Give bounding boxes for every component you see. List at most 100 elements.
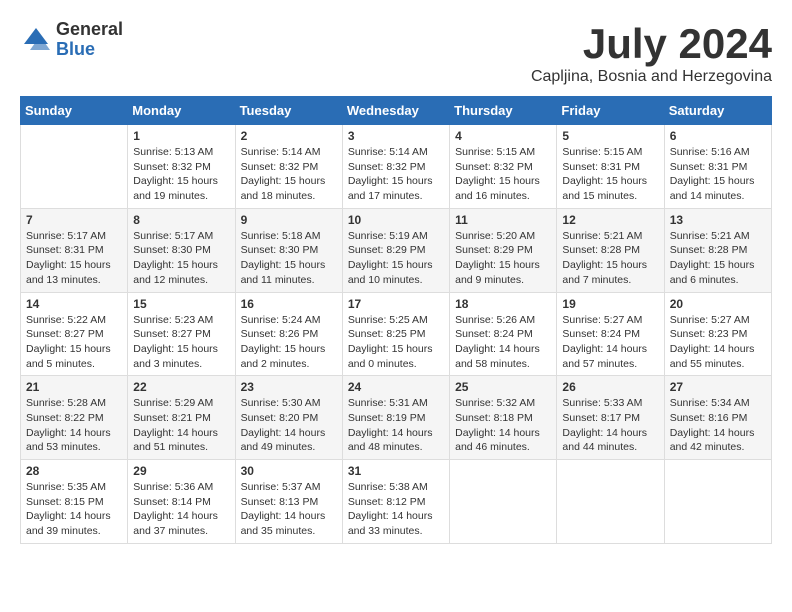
cell-content: Sunrise: 5:34 AM Sunset: 8:16 PM Dayligh…: [670, 396, 766, 455]
calendar-cell: 18Sunrise: 5:26 AM Sunset: 8:24 PM Dayli…: [450, 292, 557, 376]
header-saturday: Saturday: [664, 97, 771, 125]
calendar-cell: 26 Sunrise: 5:33 AM Sunset: 8:17 PM Dayli…: [557, 376, 664, 460]
day-number: 23: [241, 380, 337, 394]
cell-content: Sunrise: 5:18 AM Sunset: 8:30 PM Dayligh…: [241, 229, 337, 288]
calendar-cell: 30 Sunrise: 5:37 AM Sunset: 8:13 PM Dayli…: [235, 460, 342, 544]
cell-content: Sunrise: 5:32 AM Sunset: 8:18 PM Dayligh…: [455, 396, 551, 455]
calendar-cell: 10Sunrise: 5:19 AM Sunset: 8:29 PM Dayli…: [342, 208, 449, 292]
cell-content: Sunrise: 5:19 AM Sunset: 8:29 PM Dayligh…: [348, 229, 444, 288]
day-number: 29: [133, 464, 229, 478]
cell-content: Sunrise: 5:37 AM Sunset: 8:13 PM Dayligh…: [241, 480, 337, 539]
calendar-cell: 9 Sunrise: 5:18 AM Sunset: 8:30 PM Daylig…: [235, 208, 342, 292]
calendar-cell: 8 Sunrise: 5:17 AM Sunset: 8:30 PM Daylig…: [128, 208, 235, 292]
day-number: 18: [455, 297, 551, 311]
day-number: 2: [241, 129, 337, 143]
cell-content: Sunrise: 5:24 AM Sunset: 8:26 PM Dayligh…: [241, 313, 337, 372]
cell-content: Sunrise: 5:25 AM Sunset: 8:25 PM Dayligh…: [348, 313, 444, 372]
cell-content: Sunrise: 5:33 AM Sunset: 8:17 PM Dayligh…: [562, 396, 658, 455]
cell-content: Sunrise: 5:23 AM Sunset: 8:27 PM Dayligh…: [133, 313, 229, 372]
cell-content: Sunrise: 5:31 AM Sunset: 8:19 PM Dayligh…: [348, 396, 444, 455]
calendar-cell: 15Sunrise: 5:23 AM Sunset: 8:27 PM Dayli…: [128, 292, 235, 376]
cell-content: Sunrise: 5:27 AM Sunset: 8:23 PM Dayligh…: [670, 313, 766, 372]
cell-content: Sunrise: 5:35 AM Sunset: 8:15 PM Dayligh…: [26, 480, 122, 539]
calendar-cell: 13 Sunrise: 5:21 AM Sunset: 8:28 PM Dayli…: [664, 208, 771, 292]
calendar-cell: 22 Sunrise: 5:29 AM Sunset: 8:21 PM Dayli…: [128, 376, 235, 460]
calendar-cell: 16 Sunrise: 5:24 AM Sunset: 8:26 PM Dayli…: [235, 292, 342, 376]
day-number: 11: [455, 213, 551, 227]
calendar-cell: 3 Sunrise: 5:14 AM Sunset: 8:32 PM Daylig…: [342, 125, 449, 209]
cell-content: Sunrise: 5:36 AM Sunset: 8:14 PM Dayligh…: [133, 480, 229, 539]
month-year: July 2024: [531, 20, 772, 68]
calendar-cell: 24 Sunrise: 5:31 AM Sunset: 8:19 PM Dayli…: [342, 376, 449, 460]
calendar-cell: 21Sunrise: 5:28 AM Sunset: 8:22 PM Dayli…: [21, 376, 128, 460]
cell-content: Sunrise: 5:17 AM Sunset: 8:31 PM Dayligh…: [26, 229, 122, 288]
logo: General Blue: [20, 20, 123, 60]
logo-general: General: [56, 20, 123, 40]
calendar-cell: 29 Sunrise: 5:36 AM Sunset: 8:14 PM Dayli…: [128, 460, 235, 544]
day-number: 13: [670, 213, 766, 227]
day-number: 28: [26, 464, 122, 478]
day-number: 8: [133, 213, 229, 227]
day-number: 12: [562, 213, 658, 227]
day-number: 22: [133, 380, 229, 394]
calendar-table: SundayMondayTuesdayWednesdayThursdayFrid…: [20, 96, 772, 544]
logo-blue: Blue: [56, 40, 123, 60]
calendar-week-row: 7 Sunrise: 5:17 AM Sunset: 8:31 PM Daylig…: [21, 208, 772, 292]
cell-content: Sunrise: 5:27 AM Sunset: 8:24 PM Dayligh…: [562, 313, 658, 372]
calendar-week-row: 21Sunrise: 5:28 AM Sunset: 8:22 PM Dayli…: [21, 376, 772, 460]
logo-icon: [20, 24, 52, 56]
calendar-cell: [557, 460, 664, 544]
cell-content: Sunrise: 5:13 AM Sunset: 8:32 PM Dayligh…: [133, 145, 229, 204]
calendar-cell: 5 Sunrise: 5:15 AM Sunset: 8:31 PM Daylig…: [557, 125, 664, 209]
calendar-cell: [21, 125, 128, 209]
calendar-cell: 19 Sunrise: 5:27 AM Sunset: 8:24 PM Dayli…: [557, 292, 664, 376]
day-number: 5: [562, 129, 658, 143]
calendar-cell: 4Sunrise: 5:15 AM Sunset: 8:32 PM Daylig…: [450, 125, 557, 209]
header-sunday: Sunday: [21, 97, 128, 125]
header-thursday: Thursday: [450, 97, 557, 125]
cell-content: Sunrise: 5:29 AM Sunset: 8:21 PM Dayligh…: [133, 396, 229, 455]
day-number: 20: [670, 297, 766, 311]
calendar-week-row: 28 Sunrise: 5:35 AM Sunset: 8:15 PM Dayli…: [21, 460, 772, 544]
day-number: 16: [241, 297, 337, 311]
day-number: 19: [562, 297, 658, 311]
header-friday: Friday: [557, 97, 664, 125]
cell-content: Sunrise: 5:21 AM Sunset: 8:28 PM Dayligh…: [670, 229, 766, 288]
calendar-cell: 17 Sunrise: 5:25 AM Sunset: 8:25 PM Dayli…: [342, 292, 449, 376]
calendar-cell: 25Sunrise: 5:32 AM Sunset: 8:18 PM Dayli…: [450, 376, 557, 460]
calendar-cell: 20 Sunrise: 5:27 AM Sunset: 8:23 PM Dayli…: [664, 292, 771, 376]
day-number: 24: [348, 380, 444, 394]
calendar-cell: 23Sunrise: 5:30 AM Sunset: 8:20 PM Dayli…: [235, 376, 342, 460]
day-number: 30: [241, 464, 337, 478]
cell-content: Sunrise: 5:14 AM Sunset: 8:32 PM Dayligh…: [348, 145, 444, 204]
calendar-cell: [664, 460, 771, 544]
cell-content: Sunrise: 5:15 AM Sunset: 8:32 PM Dayligh…: [455, 145, 551, 204]
cell-content: Sunrise: 5:17 AM Sunset: 8:30 PM Dayligh…: [133, 229, 229, 288]
header-tuesday: Tuesday: [235, 97, 342, 125]
day-number: 14: [26, 297, 122, 311]
cell-content: Sunrise: 5:16 AM Sunset: 8:31 PM Dayligh…: [670, 145, 766, 204]
calendar-cell: 6 Sunrise: 5:16 AM Sunset: 8:31 PM Daylig…: [664, 125, 771, 209]
cell-content: Sunrise: 5:20 AM Sunset: 8:29 PM Dayligh…: [455, 229, 551, 288]
day-number: 6: [670, 129, 766, 143]
calendar-cell: 1 Sunrise: 5:13 AM Sunset: 8:32 PM Daylig…: [128, 125, 235, 209]
cell-content: Sunrise: 5:15 AM Sunset: 8:31 PM Dayligh…: [562, 145, 658, 204]
calendar-cell: 2Sunrise: 5:14 AM Sunset: 8:32 PM Daylig…: [235, 125, 342, 209]
header-wednesday: Wednesday: [342, 97, 449, 125]
day-number: 21: [26, 380, 122, 394]
cell-content: Sunrise: 5:21 AM Sunset: 8:28 PM Dayligh…: [562, 229, 658, 288]
calendar-cell: 11 Sunrise: 5:20 AM Sunset: 8:29 PM Dayli…: [450, 208, 557, 292]
day-number: 1: [133, 129, 229, 143]
calendar-cell: [450, 460, 557, 544]
calendar-cell: 27 Sunrise: 5:34 AM Sunset: 8:16 PM Dayli…: [664, 376, 771, 460]
day-number: 31: [348, 464, 444, 478]
day-number: 27: [670, 380, 766, 394]
calendar-cell: 12 Sunrise: 5:21 AM Sunset: 8:28 PM Dayli…: [557, 208, 664, 292]
logo-text: General Blue: [56, 20, 123, 60]
day-number: 3: [348, 129, 444, 143]
day-number: 26: [562, 380, 658, 394]
day-number: 17: [348, 297, 444, 311]
title-block: July 2024 Capljina, Bosnia and Herzegovi…: [531, 20, 772, 86]
day-number: 7: [26, 213, 122, 227]
day-number: 9: [241, 213, 337, 227]
